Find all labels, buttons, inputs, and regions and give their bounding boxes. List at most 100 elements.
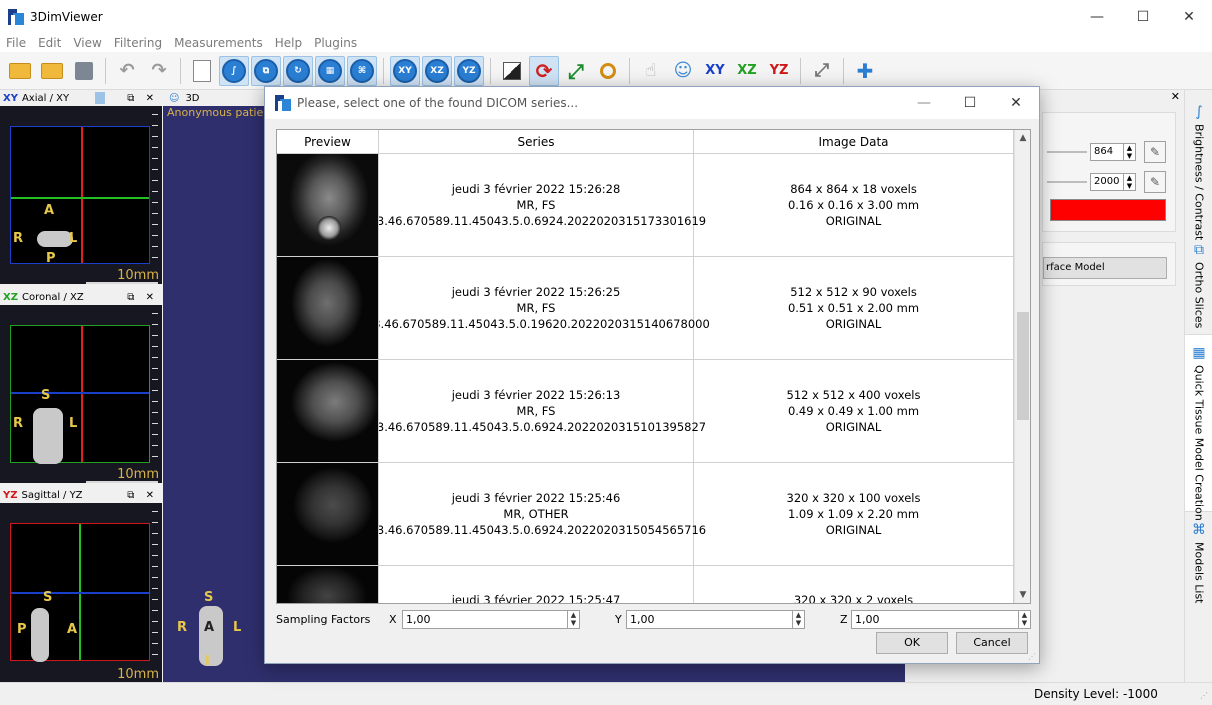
fit-view-button[interactable]: ⤢ [561, 56, 591, 86]
pipette-1-button[interactable]: ✎ [1144, 141, 1166, 163]
right-panel-close-button[interactable]: ✕ [1171, 90, 1180, 103]
model-icon: ⌘ [350, 58, 374, 83]
figure-button[interactable]: ☝ [636, 56, 666, 86]
slider-2[interactable] [1047, 181, 1087, 183]
sampling-label: Sampling Factors [276, 613, 371, 626]
axial-canvas[interactable]: A R L P [10, 126, 150, 266]
table-row[interactable]: jeudi 3 février 2022 15:26:13 MR, FS 1.3… [277, 360, 1014, 463]
dialog-resize-grip-icon[interactable]: ⋰ [1028, 652, 1036, 661]
dialog-maximize-button[interactable]: ☐ [947, 87, 993, 119]
series-date: jeudi 3 février 2022 15:25:46 [451, 491, 621, 505]
ok-button[interactable]: OK [876, 632, 948, 654]
preview-thumbnail [277, 360, 379, 462]
xz-view-button[interactable]: XZ [732, 56, 762, 86]
dialog-minimize-button[interactable]: — [901, 87, 947, 119]
zoom-button[interactable] [593, 56, 623, 86]
menu-filtering[interactable]: Filtering [108, 36, 168, 50]
color-swatch[interactable] [1050, 199, 1166, 221]
image-type: ORIGINAL [825, 214, 882, 228]
axial-view[interactable]: A R L P 10mm [0, 106, 162, 284]
x-factor-spinbox[interactable]: 1,00 ▲ ▼ [402, 610, 580, 629]
series-modality: MR, OTHER [503, 507, 569, 521]
column-series[interactable]: Series [379, 130, 694, 154]
spin-1[interactable]: 864 ▲ ▼ [1090, 143, 1136, 161]
main-toolbar: ↶ ↷ ∫ ⧉ ↻ ▦ ⌘ XY XZ YZ ⟳ ⤢ ☝ ☺ XY XZ YZ … [0, 52, 1212, 90]
sagittal-panel-buttons[interactable]: ⧉ ✕ [127, 490, 158, 501]
series-uid: 1.3.46.670589.11.45043.5.0.6924.20220203… [365, 420, 707, 434]
open-button[interactable] [37, 56, 67, 86]
table-scrollbar[interactable]: ▲ ▼ [1014, 130, 1030, 603]
tissue-button[interactable]: ▦ [315, 55, 345, 86]
close-button[interactable]: ✕ [1166, 0, 1212, 34]
slider-1[interactable] [1047, 151, 1087, 153]
rotate-button[interactable]: ↻ [283, 55, 313, 86]
density-window-button[interactable]: ∫ [219, 55, 249, 86]
undo-button[interactable]: ↶ [112, 56, 142, 86]
open-dicom-button[interactable] [5, 56, 35, 86]
contrast-button[interactable] [497, 56, 527, 86]
object-icon: ⧉ [254, 58, 278, 83]
object-button[interactable]: ⧉ [251, 55, 281, 86]
minimize-button[interactable]: — [1074, 0, 1120, 34]
table-row[interactable]: jeudi 3 février 2022 15:26:25 MR, FS 1.3… [277, 257, 1014, 360]
xy-icon: XY [393, 58, 417, 83]
coronal-panel-buttons[interactable]: ⧉ ✕ [127, 292, 158, 303]
scroll-down-icon[interactable]: ▼ [1015, 587, 1030, 603]
orientation-figure [199, 606, 223, 666]
create-surface-model-button[interactable]: rface Model [1043, 257, 1167, 279]
resize-grip-icon[interactable]: ⋰ [1200, 691, 1208, 700]
menu-plugins[interactable]: Plugins [308, 36, 363, 50]
new-document-button[interactable] [187, 56, 217, 86]
z-factor-spinbox[interactable]: 1,00 ▲ ▼ [851, 610, 1031, 629]
series-date: jeudi 3 février 2022 15:25:47 [451, 593, 621, 603]
pipette-2-button[interactable]: ✎ [1144, 171, 1166, 193]
y-factor-spinbox[interactable]: 1,00 ▲ ▼ [626, 610, 805, 629]
patient-name: Anonymous patie [167, 106, 264, 119]
head-button[interactable]: ☺ [668, 56, 698, 86]
yz-view-button[interactable]: YZ [764, 56, 794, 86]
redo-icon: ↷ [151, 60, 167, 81]
redo-button[interactable]: ↷ [144, 56, 174, 86]
tab-models-list[interactable]: ⌘ Models List [1185, 522, 1212, 612]
coronal-canvas[interactable]: S R L [10, 325, 150, 464]
view-xz-button[interactable]: XZ [422, 55, 452, 86]
axial-slider-marker[interactable] [95, 92, 106, 104]
tab-brightness-contrast[interactable]: ∫ Brightness / Contrast [1185, 104, 1212, 240]
series-modality: MR, FS [516, 198, 556, 212]
scroll-thumb[interactable] [1017, 312, 1029, 420]
column-image-data[interactable]: Image Data [694, 130, 1014, 154]
maximize-button[interactable]: ☐ [1120, 0, 1166, 34]
table-row[interactable]: jeudi 3 février 2022 15:25:47 320 x 320 … [277, 566, 1014, 603]
menu-edit[interactable]: Edit [32, 36, 67, 50]
series-date: jeudi 3 février 2022 15:26:28 [451, 182, 621, 196]
menu-help[interactable]: Help [269, 36, 308, 50]
view-xy-button[interactable]: XY [390, 55, 420, 86]
save-button[interactable] [69, 56, 99, 86]
image-data-cell: 320 x 320 x 100 voxels 1.09 x 1.09 x 2.2… [694, 463, 1014, 565]
fullscreen-button[interactable]: ⤢ [807, 56, 837, 86]
menu-file[interactable]: File [0, 36, 32, 50]
tab-quick-tissue-model[interactable]: ▦ Quick Tissue Model Creation [1185, 334, 1212, 521]
dialog-close-button[interactable]: ✕ [993, 87, 1039, 119]
column-preview[interactable]: Preview [277, 130, 379, 154]
table-row[interactable]: jeudi 3 février 2022 15:25:46 MR, OTHER … [277, 463, 1014, 566]
spin-2[interactable]: 2000 ▲ ▼ [1090, 173, 1136, 191]
plugin-button[interactable]: ✚ [850, 56, 880, 86]
view-yz-button[interactable]: YZ [454, 55, 484, 86]
scroll-up-icon[interactable]: ▲ [1015, 130, 1030, 146]
reset-view-button[interactable]: ⟳ [529, 55, 559, 86]
model-button[interactable]: ⌘ [347, 55, 377, 86]
menu-view[interactable]: View [67, 36, 107, 50]
series-date: jeudi 3 février 2022 15:26:13 [451, 388, 621, 402]
tab-ortho-slices[interactable]: ⧉ Ortho Slices [1185, 242, 1212, 328]
sagittal-view[interactable]: S P A 10mm [0, 503, 162, 682]
undo-icon: ↶ [119, 60, 135, 81]
menu-measurements[interactable]: Measurements [168, 36, 269, 50]
axial-panel-buttons[interactable]: ⧉ ✕ [127, 93, 158, 104]
preview-thumbnail [277, 566, 379, 603]
coronal-view[interactable]: S R L 10mm [0, 305, 162, 483]
xy-view-button[interactable]: XY [700, 56, 730, 86]
table-row[interactable]: jeudi 3 février 2022 15:26:28 MR, FS 1.3… [277, 154, 1014, 257]
sagittal-canvas[interactable]: S P A [10, 523, 150, 662]
cancel-button[interactable]: Cancel [956, 632, 1028, 654]
